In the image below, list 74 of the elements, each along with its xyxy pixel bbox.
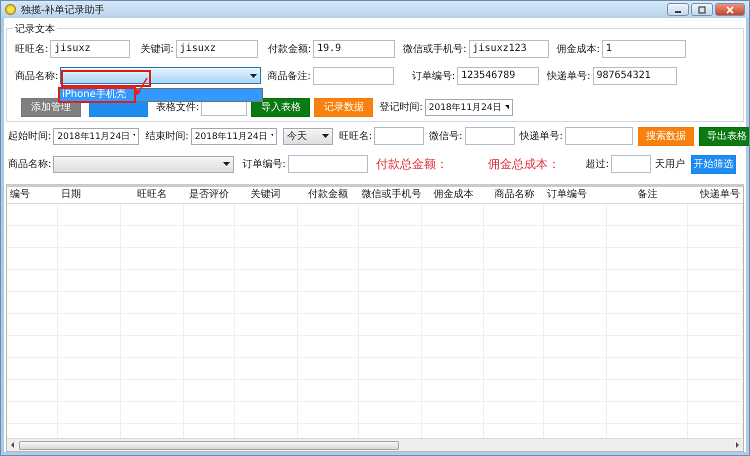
caret-icon — [270, 134, 273, 138]
field-label: 结束时间: — [145, 130, 189, 143]
input-field[interactable] — [564, 127, 633, 145]
caret-icon — [133, 134, 136, 138]
unit-label: 天用户 — [655, 158, 685, 171]
field-label: 订单编号: — [412, 70, 456, 82]
input-field[interactable] — [611, 155, 651, 173]
column-header[interactable]: 快递单号 — [688, 187, 743, 203]
field-label: 登记时间: — [379, 100, 423, 114]
input-field[interactable] — [312, 66, 394, 84]
maximize-icon — [697, 6, 707, 14]
column-header[interactable]: 订单编号 — [544, 187, 607, 203]
close-icon — [725, 6, 735, 14]
column-header[interactable]: 旺旺名 — [120, 187, 184, 203]
column-header[interactable]: 是否评价 — [183, 187, 234, 203]
field-label: 付款金额: — [268, 42, 312, 56]
input-field[interactable] — [374, 127, 424, 145]
dropdown-field[interactable] — [60, 67, 262, 84]
field-label: 商品备注: — [267, 70, 311, 82]
input-field[interactable]: jisuxz123 — [468, 40, 548, 58]
input-field[interactable] — [288, 155, 368, 173]
scroll-left-icon[interactable] — [10, 442, 16, 448]
field-label: 超过: — [586, 158, 609, 171]
input-field[interactable]: jisuxz — [50, 40, 130, 58]
field-label: 微信或手机号: — [403, 42, 466, 56]
input-field[interactable]: jisuxz — [176, 40, 258, 58]
input-field[interactable]: 123546789 — [457, 66, 540, 84]
dropdown-field[interactable] — [53, 156, 234, 172]
total-label: 佣金总成本： — [488, 156, 560, 172]
maximize-button[interactable] — [691, 3, 713, 16]
column-header[interactable]: 备注 — [606, 187, 688, 203]
field-label: 旺旺名: — [15, 42, 48, 56]
scroll-right-icon[interactable] — [734, 442, 740, 448]
text-button[interactable]: 导入表格 — [251, 98, 310, 116]
column-header[interactable]: 关键词 — [234, 187, 297, 203]
field-label: 旺旺名: — [338, 130, 372, 143]
date-picker[interactable]: 2018年11月24日 — [424, 98, 513, 116]
column-header[interactable]: 微信或手机号 — [358, 187, 423, 203]
column-header[interactable]: 日期 — [58, 187, 121, 203]
input-field[interactable]: 1 — [602, 40, 686, 58]
group-title: 记录文本 — [13, 22, 57, 36]
field-label: 起始时间: — [8, 130, 52, 143]
text-button[interactable]: 导出表格 — [698, 126, 749, 146]
field-label: 商品名称: — [15, 70, 58, 82]
column-header[interactable]: 付款金额 — [297, 187, 359, 203]
total-label: 付款总金额： — [376, 156, 448, 172]
caret-icon — [223, 162, 230, 166]
field-label: 商品名称: — [8, 158, 52, 171]
input-field[interactable]: 19.9 — [313, 40, 396, 58]
column-header[interactable]: 编号 — [7, 187, 58, 203]
date-picker[interactable]: 2018年11月24日 — [190, 128, 277, 144]
caret-icon — [504, 105, 509, 109]
column-header[interactable]: 佣金成本 — [422, 187, 484, 203]
caret-icon — [250, 74, 258, 78]
input-field[interactable]: 987654321 — [592, 66, 676, 84]
field-label: 关键词: — [140, 42, 174, 56]
date-picker[interactable]: 2018年11月24日 — [53, 128, 140, 144]
field-label: 表格文件: — [156, 101, 200, 114]
column-header[interactable]: 商品名称 — [484, 187, 544, 203]
minimize-button[interactable] — [667, 3, 689, 16]
field-label: 微信号: — [429, 130, 462, 143]
field-label: 佣金成本: — [556, 42, 600, 56]
scroll-thumb[interactable] — [19, 440, 399, 450]
window-title: 独揽-补单记录助手 — [21, 4, 105, 16]
caret-icon — [322, 134, 329, 138]
app-icon — [5, 4, 16, 15]
field-label: 快递单号: — [547, 70, 590, 82]
dropdown-field[interactable]: 今天 — [282, 128, 333, 144]
annotation-arrow — [133, 77, 149, 97]
field-label: 订单编号: — [242, 158, 286, 171]
close-button[interactable] — [715, 3, 745, 16]
input-field[interactable] — [464, 127, 514, 145]
horizontal-scrollbar[interactable] — [7, 438, 743, 451]
field-label: 快递单号: — [520, 130, 563, 143]
